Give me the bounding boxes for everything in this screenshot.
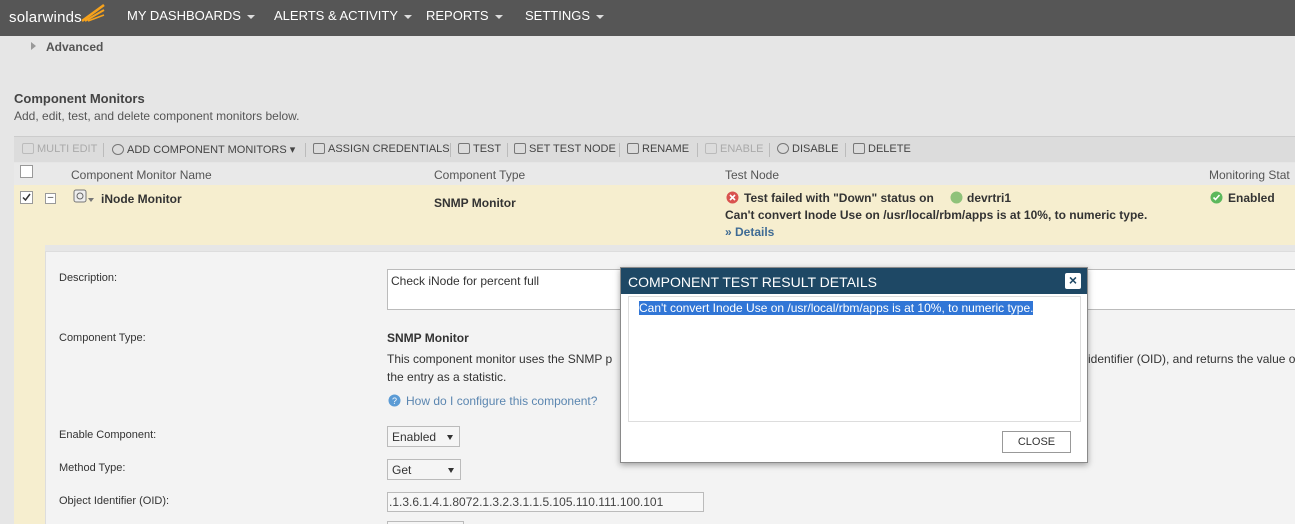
- details-link[interactable]: » Details: [725, 225, 774, 239]
- solarwinds-logo[interactable]: solarwinds: [9, 9, 82, 26]
- collapse-icon[interactable]: –: [45, 193, 56, 204]
- row-checkbox[interactable]: [20, 191, 33, 204]
- component-name[interactable]: iNode Monitor: [101, 192, 182, 206]
- chevron-down-icon: [596, 14, 605, 19]
- dialog-title: COMPONENT TEST RESULT DETAILS: [621, 268, 1087, 294]
- rename-button[interactable]: RENAME: [627, 143, 689, 155]
- component-type-description-cont: identifier (OID), and returns the value …: [1088, 352, 1295, 366]
- dropdown-arrow-icon: [448, 468, 454, 473]
- set-test-node-button[interactable]: SET TEST NODE: [514, 143, 616, 155]
- close-button[interactable]: CLOSE: [1002, 431, 1071, 453]
- section-subtitle: Add, edit, test, and delete component mo…: [14, 109, 300, 123]
- col-monitoring-status[interactable]: Monitoring Stat: [1209, 168, 1290, 182]
- selected-message-text: Can't convert Inode Use on /usr/local/rb…: [639, 301, 1034, 315]
- help-link[interactable]: How do I configure this component?: [406, 394, 597, 408]
- check-circle-icon: [1210, 191, 1223, 204]
- nav-alerts-activity[interactable]: ALERTS & ACTIVITY: [274, 0, 413, 36]
- chevron-down-icon: [246, 14, 255, 19]
- oid-input[interactable]: .1.3.6.1.4.1.8072.1.3.2.3.1.1.5.105.110.…: [387, 492, 704, 512]
- row-expanded-gutter: [14, 245, 45, 524]
- component-monitor-icon: [73, 189, 94, 203]
- nav-settings[interactable]: SETTINGS: [525, 0, 605, 36]
- node-icon: [514, 143, 526, 154]
- col-component-name[interactable]: Component Monitor Name: [71, 168, 212, 182]
- add-component-monitors-button[interactable]: ADD COMPONENT MONITORS ▾: [112, 143, 295, 156]
- method-type-select[interactable]: Get: [387, 459, 461, 480]
- error-icon: [726, 191, 739, 204]
- nav-reports[interactable]: REPORTS: [426, 0, 503, 36]
- component-type-description-2: the entry as a statistic.: [387, 370, 507, 384]
- top-nav: solarwinds MY DASHBOARDS ALERTS & ACTIVI…: [0, 0, 1295, 36]
- plus-circle-icon: [112, 144, 124, 155]
- oid-label: Object Identifier (OID):: [59, 495, 170, 507]
- credentials-icon: [313, 143, 325, 154]
- close-icon[interactable]: ×: [1065, 273, 1081, 289]
- chevron-down-icon: [494, 14, 503, 19]
- monitoring-status: Enabled: [1228, 191, 1275, 205]
- table-row[interactable]: – iNode Monitor SNMP Monitor Test failed…: [14, 185, 1295, 245]
- pencil-icon: [22, 143, 34, 154]
- enable-button[interactable]: ENABLE: [705, 143, 763, 155]
- help-icon: ?: [388, 394, 401, 407]
- component-toolbar: MULTI EDIT ADD COMPONENT MONITORS ▾ ASSI…: [14, 136, 1295, 162]
- disable-icon: [777, 143, 789, 154]
- component-type-value: SNMP Monitor: [387, 331, 469, 345]
- component-type: SNMP Monitor: [434, 196, 516, 210]
- svg-text:?: ?: [392, 396, 397, 406]
- check-icon: [22, 193, 31, 202]
- component-type-description: This component monitor uses the SNMP p: [387, 352, 613, 366]
- delete-button[interactable]: DELETE: [853, 143, 911, 155]
- test-icon: [458, 143, 470, 154]
- enable-component-label: Enable Component:: [59, 429, 157, 441]
- page-content: Advanced Component Monitors Add, edit, t…: [0, 36, 1295, 524]
- advanced-toggle[interactable]: Advanced: [31, 40, 103, 54]
- enable-component-select[interactable]: Enabled: [387, 426, 460, 447]
- assign-credentials-button[interactable]: ASSIGN CREDENTIALS: [313, 143, 450, 155]
- expand-arrow-icon: [31, 42, 36, 50]
- component-type-label: Component Type:: [59, 332, 146, 344]
- multi-edit-button[interactable]: MULTI EDIT: [22, 143, 97, 155]
- nav-my-dashboards[interactable]: MY DASHBOARDS: [127, 0, 255, 36]
- node-status-icon: [950, 191, 963, 204]
- solarwinds-logo-icon: [81, 3, 105, 23]
- description-label: Description:: [59, 272, 118, 284]
- dialog-message-area[interactable]: Can't convert Inode Use on /usr/local/rb…: [628, 296, 1081, 422]
- select-all-checkbox[interactable]: [20, 165, 33, 178]
- test-node-link[interactable]: devrtri1: [967, 191, 1011, 205]
- test-status: Test failed with "Down" status on: [744, 191, 934, 205]
- test-message: Can't convert Inode Use on /usr/local/rb…: [725, 208, 1148, 222]
- section-title: Component Monitors: [14, 91, 145, 106]
- test-button[interactable]: TEST: [458, 143, 501, 155]
- dropdown-arrow-icon: [447, 435, 453, 440]
- method-type-label: Method Type:: [59, 462, 126, 474]
- test-result-dialog: COMPONENT TEST RESULT DETAILS × Can't co…: [620, 267, 1088, 463]
- enable-icon: [705, 143, 717, 154]
- chevron-down-icon: [404, 14, 413, 19]
- col-test-node[interactable]: Test Node: [725, 168, 779, 182]
- grid-header: Component Monitor Name Component Type Te…: [14, 163, 1295, 185]
- disable-button[interactable]: DISABLE: [777, 143, 838, 155]
- rename-icon: [627, 143, 639, 154]
- trash-icon: [853, 143, 865, 154]
- col-component-type[interactable]: Component Type: [434, 168, 525, 182]
